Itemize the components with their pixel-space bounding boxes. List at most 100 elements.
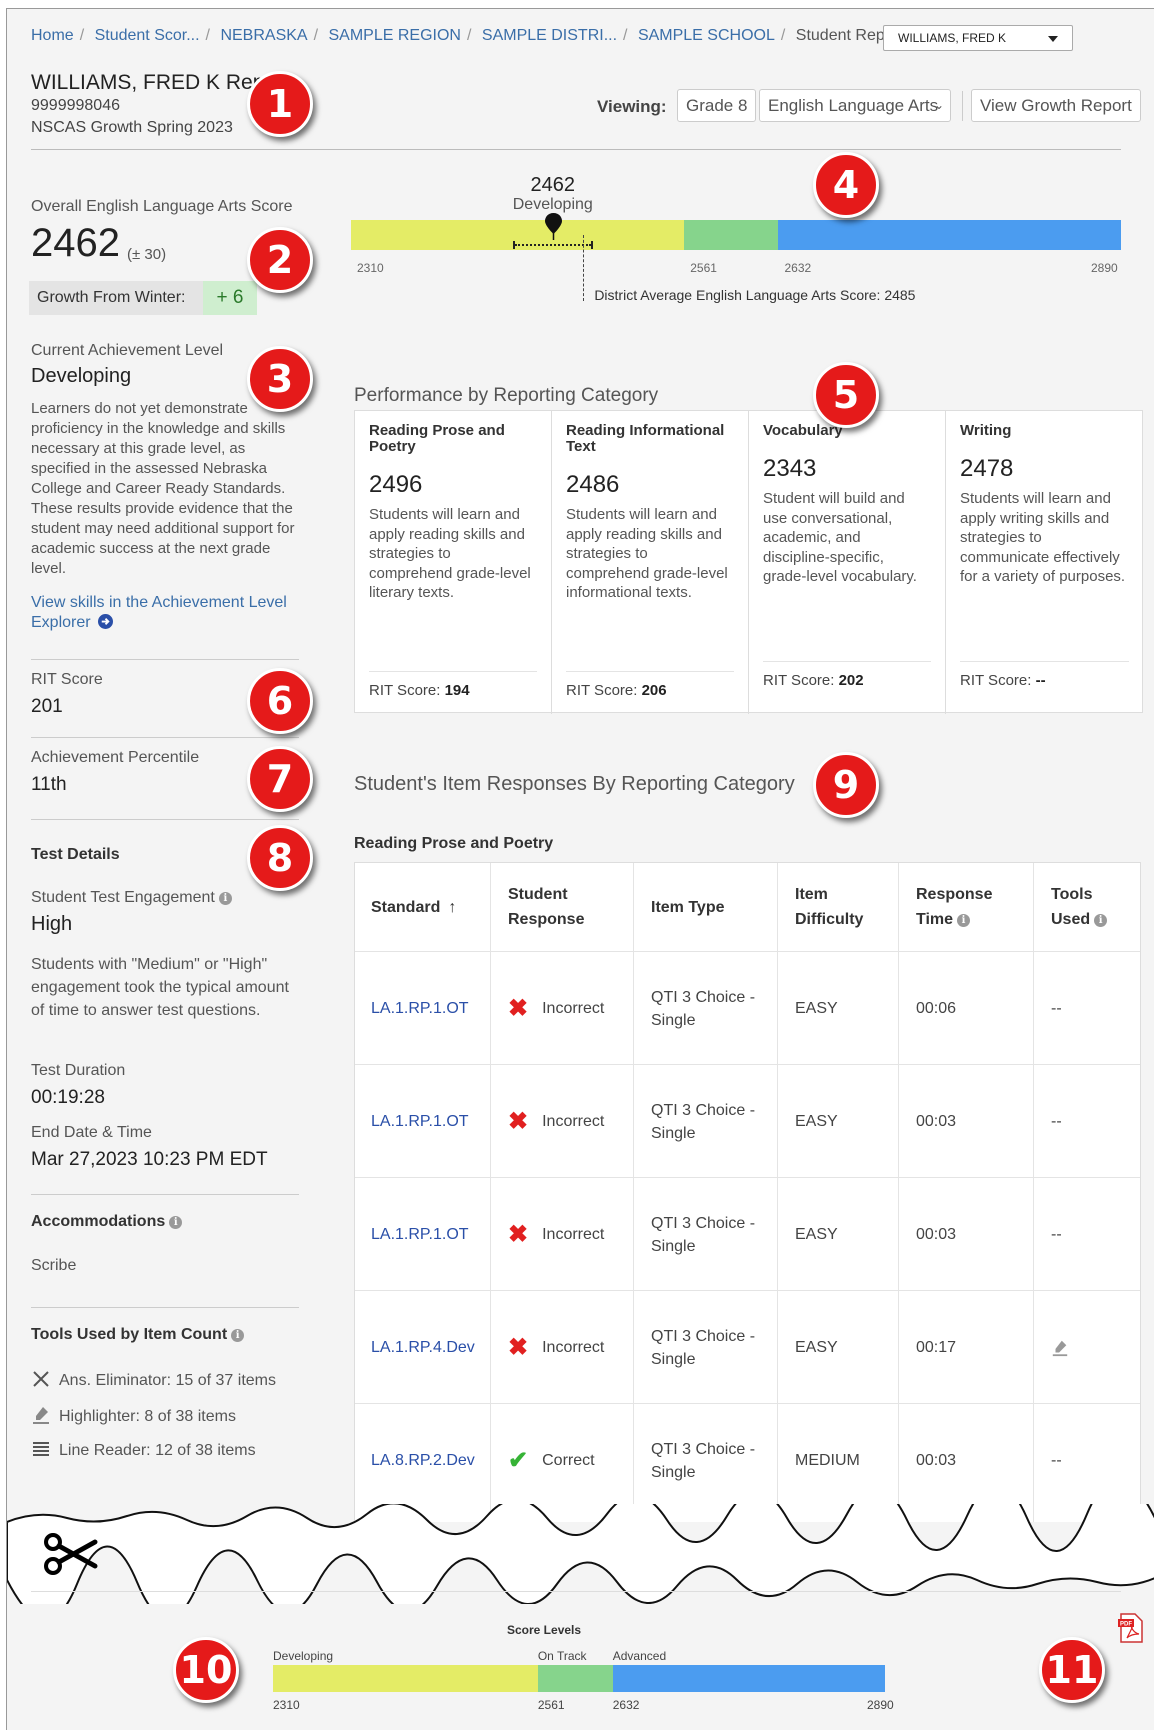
column-header-difficulty[interactable]: Item Difficulty [795,863,895,951]
breadcrumb-state[interactable]: NEBRASKA [220,27,307,44]
advanced-band [612,1665,885,1692]
column-header-standard[interactable]: Standard ↑ [371,863,486,951]
table-cell-response-time: 00:17 [916,1291,1031,1404]
info-icon[interactable]: i [218,892,232,905]
tools-used: -- [1051,1000,1062,1017]
grade-button[interactable]: Grade 8 [677,89,757,122]
item-responses-subheading: Reading Prose and Poetry [354,835,554,852]
x-mark-icon: ✖ [508,995,529,1022]
divider [31,659,299,660]
header-divider [962,91,963,121]
category-title: Writing [960,422,1012,439]
breadcrumb-district[interactable]: SAMPLE DISTRI... [482,27,617,44]
category-description: Students will learn and apply reading sk… [566,506,728,601]
table-cell-student-response: ✖ Incorrect [508,1065,628,1178]
table-cell-tools-used [1051,1291,1136,1404]
sort-arrow-up-icon: ↑ [448,898,457,916]
info-icon[interactable]: i [957,914,971,927]
standard-link[interactable]: LA.1.RP.4.Dev [371,1336,475,1359]
student-select[interactable]: WILLIAMS, FRED K [883,25,1073,51]
pdf-icon[interactable]: PDF [1117,1613,1143,1643]
view-growth-report-button[interactable]: View Growth Report [971,89,1141,122]
x-mark-icon: ✖ [508,1334,529,1361]
report-frame: Home / Student Scor... / NEBRASKA / SAMPLE … [6,8,1154,1730]
standard-link[interactable]: LA.1.RP.1.OT [371,1223,469,1246]
on-track-band [684,220,779,250]
info-icon[interactable]: i [231,1329,245,1342]
response-time: 00:03 [916,1452,957,1469]
page-break [7,1504,1154,1604]
standard-link[interactable]: LA.1.RP.1.OT [371,1110,469,1133]
breadcrumb-region[interactable]: SAMPLE REGION [329,27,461,44]
score-error: (± 30) [127,246,167,263]
column-header-response[interactable]: Student Response [508,863,628,951]
achievement-explorer-link[interactable]: View skills in the Achievement Level Exp… [31,593,296,633]
overall-score-value: 2462 [31,221,120,265]
table-cell-item-type: QTI 3 Choice - Single [651,952,771,1065]
x-mark-icon: ✖ [508,1221,529,1248]
item-type: QTI 3 Choice - Single [651,1101,756,1142]
subject-select-value: English Language Arts [768,96,939,115]
highlighter-icon [1052,1340,1068,1356]
svg-text:PDF: PDF [1120,1622,1132,1628]
column-header-tools[interactable]: Tools Used i [1051,863,1136,951]
callout-badge: 8 [247,825,313,891]
advanced-band [778,220,1121,250]
viewing-label: Viewing: [597,97,667,116]
tools-used: -- [1051,1452,1062,1469]
table-cell-student-response: ✔ Correct [508,1404,628,1517]
growth-value: + 6 [203,281,257,315]
response-time: 00:06 [916,1000,957,1017]
callout-badge: 3 [247,346,313,412]
tool-row: Ans. Eliminator: 15 of 37 items [31,1369,276,1390]
category-rit: RIT Score: 202 [763,661,931,689]
item-difficulty: MEDIUM [795,1452,860,1469]
line-reader-icon [31,1439,51,1459]
student-response: Correct [542,1452,595,1469]
rit-score-value: 201 [31,696,63,717]
tool-row: Line Reader: 12 of 38 items [31,1439,256,1460]
column-header-item-type[interactable]: Item Type [651,863,771,951]
table-cell-standard-link: LA.1.RP.4.Dev [371,1291,486,1404]
standard-link[interactable]: LA.8.RP.2.Dev [371,1449,475,1472]
table-cell-item-type: QTI 3 Choice - Single [651,1404,771,1517]
performance-heading: Performance by Reporting Category [354,385,659,406]
category-score: 2486 [566,471,620,498]
item-responses-heading: Student's Item Responses By Reporting Ca… [354,773,795,795]
info-icon[interactable]: i [1094,914,1108,927]
end-date-value: Mar 27,2023 10:23 PM EDT [31,1149,268,1170]
callout-badge: 10 [173,1637,239,1703]
category-score: 2478 [960,455,1014,482]
item-difficulty: EASY [795,1339,838,1356]
student-response: Incorrect [542,1339,605,1356]
table-row: LA.8.RP.2.Dev ✔ Correct QTI 3 Choice - Sing… [355,1403,1140,1517]
bottom-rule [31,1591,1121,1592]
tool-label: Highlighter: 8 of 38 items [59,1408,236,1425]
tool-label: Line Reader: 12 of 38 items [59,1442,256,1459]
category-card: Reading Informational Text 2486 Students… [552,411,749,714]
column-header-label: Response Time [916,886,993,928]
standard-link[interactable]: LA.1.RP.1.OT [371,997,469,1020]
item-difficulty: EASY [795,1000,838,1017]
table-cell-student-response: ✖ Incorrect [508,1178,628,1291]
info-icon[interactable]: i [169,1216,183,1229]
achievement-level-value: Developing [31,365,132,387]
breadcrumb-home[interactable]: Home [31,27,74,44]
table-row: LA.1.RP.1.OT ✖ Incorrect QTI 3 Choice - Sin… [355,951,1140,1065]
map-pin-icon [544,213,562,240]
breadcrumb-student-scores[interactable]: Student Scor... [95,27,200,44]
category-description: Students will learn and apply reading sk… [369,506,531,601]
breadcrumb-school[interactable]: SAMPLE SCHOOL [638,27,775,44]
level-name-advanced: Advanced [612,1649,667,1663]
divider [31,819,299,820]
scale-tick-advanced: 2632 [784,261,812,275]
table-cell-item-difficulty: EASY [795,952,895,1065]
table-cell-response-time: 00:03 [916,1404,1031,1517]
table-cell-student-response: ✖ Incorrect [508,1291,628,1404]
tools-heading-text: Tools Used by Item Count [31,1326,228,1343]
growth-box: Growth From Winter: + 6 [29,281,257,315]
column-header-response-time[interactable]: Response Time i [916,863,1031,951]
table-cell-tools-used: -- [1051,1065,1136,1178]
response-time: 00:17 [916,1339,957,1356]
subject-select[interactable]: English Language Arts ⌄ [759,89,951,122]
